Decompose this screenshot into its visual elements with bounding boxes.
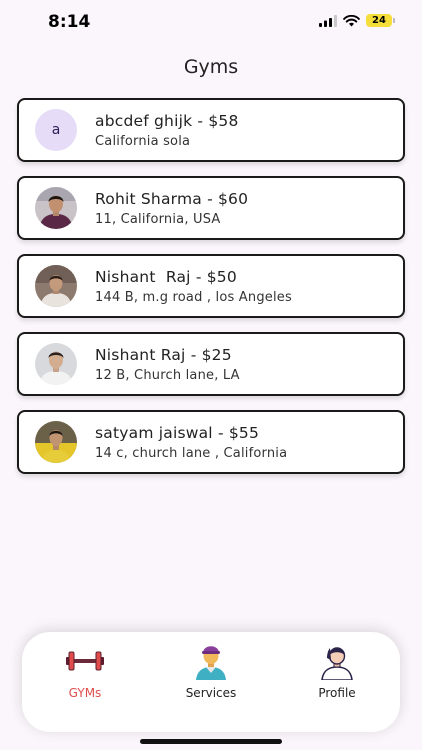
nav-label: Services [185, 686, 237, 700]
nav-item-services[interactable]: Services [161, 642, 261, 700]
profile-photo-avatar [35, 265, 77, 307]
gym-title: satyam jaiswal - $55 [95, 423, 260, 442]
gym-title: Nishant Raj - $50 [95, 267, 237, 286]
profile-photo-avatar [35, 421, 77, 463]
gym-card[interactable]: a abcdef ghijk - $58 California sola [17, 98, 405, 162]
gym-title: Nishant Raj - $25 [95, 345, 232, 364]
gym-address: 14 c, church lane , California [95, 445, 288, 461]
home-indicator [140, 739, 282, 744]
wifi-icon [343, 14, 360, 26]
dumbbell-icon [65, 642, 105, 680]
gym-address: California sola [95, 133, 191, 149]
bottom-nav: GYMs Services Profile [22, 632, 400, 732]
gym-card[interactable]: Nishant Raj - $50 144 B, m.g road , los … [17, 254, 405, 318]
battery-icon: 24 [366, 14, 395, 27]
status-icons: 24 [319, 14, 395, 27]
gym-text: Nishant Raj - $50 144 B, m.g road , los … [95, 268, 292, 305]
gym-title: abcdef ghijk - $58 [95, 111, 239, 130]
page-title: Gyms [183, 56, 239, 78]
status-bar: 8:14 24 [0, 0, 422, 44]
nav-label: Profile [318, 686, 356, 700]
gym-address: 12 B, Church lane, LA [95, 367, 240, 383]
cellular-signal-icon [319, 14, 337, 27]
profile-photo-avatar [35, 343, 77, 385]
gym-card[interactable]: satyam jaiswal - $55 14 c, church lane ,… [17, 410, 405, 474]
nav-item-gyms[interactable]: GYMs [35, 642, 135, 700]
profile-photo-avatar [35, 187, 77, 229]
gym-text: satyam jaiswal - $55 14 c, church lane ,… [95, 424, 287, 461]
gym-text: Rohit Sharma - $60 11, California, USA [95, 190, 248, 227]
gym-address: 144 B, m.g road , los Angeles [95, 289, 292, 305]
gym-address: 11, California, USA [95, 211, 221, 227]
gym-card[interactable]: Rohit Sharma - $60 11, California, USA [17, 176, 405, 240]
gym-card[interactable]: Nishant Raj - $25 12 B, Church lane, LA [17, 332, 405, 396]
nav-label: GYMs [68, 686, 102, 700]
status-time: 8:14 [48, 12, 91, 32]
letter-avatar: a [35, 109, 77, 151]
gym-title: Rohit Sharma - $60 [95, 189, 249, 208]
gym-list: a abcdef ghijk - $58 California sola Roh… [17, 98, 405, 474]
gym-text: Nishant Raj - $25 12 B, Church lane, LA [95, 346, 240, 383]
trainer-icon [191, 642, 231, 680]
user-profile-icon [317, 642, 357, 680]
gym-text: abcdef ghijk - $58 California sola [95, 112, 239, 149]
nav-item-profile[interactable]: Profile [287, 642, 387, 700]
